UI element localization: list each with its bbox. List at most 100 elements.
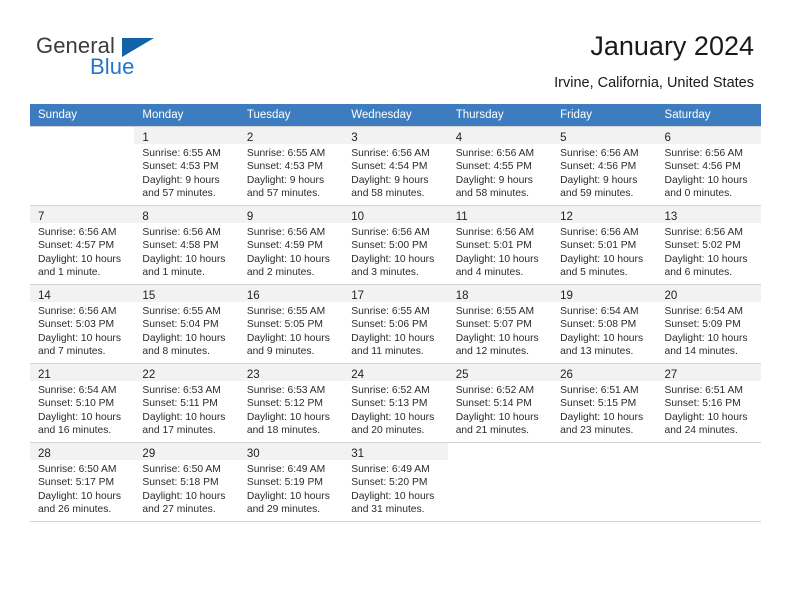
day-info-line: and 3 minutes. xyxy=(351,267,419,279)
day-info-line: and 57 minutes. xyxy=(142,188,216,200)
calendar-day-cell[interactable]: 17 Sunrise: 6:55 AM Sunset: 5:06 PM Dayligh… xyxy=(343,284,448,364)
day-info-line: Sunset: 4:55 PM xyxy=(455,161,532,173)
calendar-empty-cell xyxy=(30,126,135,206)
calendar-day-cell[interactable]: 16 Sunrise: 6:55 AM Sunset: 5:05 PM Dayligh… xyxy=(238,284,344,364)
calendar-day-cell[interactable]: 7 Sunrise: 6:56 AM Sunset: 4:57 PM Daylight… xyxy=(30,205,135,285)
day-info-line: Sunrise: 6:56 AM xyxy=(455,227,535,238)
calendar-day-cell[interactable]: 21 Sunrise: 6:54 AM Sunset: 5:10 PM Dayligh… xyxy=(30,363,135,443)
calendar-day-cell[interactable]: 29 Sunrise: 6:50 AM Sunset: 5:18 PM Dayligh… xyxy=(134,442,239,522)
day-info-line: Daylight: 10 hours xyxy=(142,490,226,502)
day-info-line: Daylight: 10 hours xyxy=(246,253,330,265)
general-blue-logo[interactable]: General Blue xyxy=(36,33,216,81)
day-info-line: and 23 minutes. xyxy=(560,425,634,437)
day-sun-info: Sunrise: 6:56 AM Sunset: 5:02 PM Daylight:… xyxy=(665,226,755,280)
day-sun-info: Sunrise: 6:50 AM Sunset: 5:17 PM Daylight:… xyxy=(38,463,128,517)
calendar-page: General Blue January 2024 Irvine, Califo… xyxy=(0,0,792,612)
calendar-week-row: 21 Sunrise: 6:54 AM Sunset: 5:10 PM Dayligh… xyxy=(30,363,761,443)
day-info-line: Sunset: 5:00 PM xyxy=(351,240,428,252)
day-sun-info: Sunrise: 6:52 AM Sunset: 5:14 PM Daylight:… xyxy=(456,384,546,438)
day-number: 6 xyxy=(664,132,671,144)
calendar-day-cell[interactable]: 2 Sunrise: 6:55 AM Sunset: 4:53 PM Daylight… xyxy=(238,126,344,206)
day-info-line: Sunrise: 6:51 AM xyxy=(664,385,743,396)
day-sun-info: Sunrise: 6:56 AM Sunset: 4:56 PM Daylight:… xyxy=(560,147,650,201)
day-info-line: Daylight: 10 hours xyxy=(664,411,748,423)
calendar-day-cell[interactable]: 30 Sunrise: 6:49 AM Sunset: 5:19 PM Dayligh… xyxy=(238,442,344,522)
calendar-day-cell[interactable]: 12 Sunrise: 6:56 AM Sunset: 5:01 PM Dayligh… xyxy=(552,205,657,285)
day-info-line: Daylight: 10 hours xyxy=(351,411,435,423)
day-info-line: and 16 minutes. xyxy=(38,425,112,437)
day-cell-content: 20 Sunrise: 6:54 AM Sunset: 5:09 PM Dayligh… xyxy=(656,285,761,359)
day-info-line: Daylight: 10 hours xyxy=(142,332,226,344)
calendar-day-cell[interactable]: 6 Sunrise: 6:56 AM Sunset: 4:56 PM Daylight… xyxy=(656,126,761,206)
calendar-day-cell[interactable]: 10 Sunrise: 6:56 AM Sunset: 5:00 PM Dayligh… xyxy=(343,205,448,285)
day-info-line: Daylight: 9 hours xyxy=(455,174,533,186)
calendar-day-cell[interactable]: 31 Sunrise: 6:49 AM Sunset: 5:20 PM Dayligh… xyxy=(343,442,448,522)
day-cell-content: 4 Sunrise: 6:56 AM Sunset: 4:55 PM Daylight… xyxy=(447,127,553,201)
day-number xyxy=(38,131,128,145)
day-number: 25 xyxy=(455,369,469,381)
calendar-day-cell[interactable]: 11 Sunrise: 6:56 AM Sunset: 5:01 PM Dayligh… xyxy=(447,205,553,285)
day-info-line: Sunrise: 6:56 AM xyxy=(455,148,535,159)
day-info-line: Sunset: 4:56 PM xyxy=(560,161,637,173)
day-sun-info: Sunrise: 6:56 AM Sunset: 5:01 PM Daylight:… xyxy=(560,226,650,280)
day-info-line: Sunrise: 6:49 AM xyxy=(351,464,430,475)
day-info-line: and 29 minutes. xyxy=(246,504,321,516)
calendar-day-cell[interactable]: 4 Sunrise: 6:56 AM Sunset: 4:55 PM Daylight… xyxy=(447,126,553,206)
day-info-line: Sunrise: 6:51 AM xyxy=(560,385,639,396)
day-cell-content: 31 Sunrise: 6:49 AM Sunset: 5:20 PM Dayligh… xyxy=(343,443,448,517)
day-cell-content: 11 Sunrise: 6:56 AM Sunset: 5:01 PM Dayligh… xyxy=(447,206,553,280)
calendar-day-cell[interactable]: 8 Sunrise: 6:56 AM Sunset: 4:58 PM Daylight… xyxy=(134,205,239,285)
calendar-day-cell[interactable]: 28 Sunrise: 6:50 AM Sunset: 5:17 PM Dayligh… xyxy=(30,442,135,522)
day-info-line: Daylight: 10 hours xyxy=(142,253,226,265)
day-info-line: Sunrise: 6:53 AM xyxy=(246,385,326,396)
day-info-line: Sunrise: 6:55 AM xyxy=(246,148,326,159)
day-number: 20 xyxy=(664,290,678,302)
day-sun-info: Sunrise: 6:49 AM Sunset: 5:20 PM Daylight:… xyxy=(351,463,441,517)
calendar-day-cell[interactable]: 19 Sunrise: 6:54 AM Sunset: 5:08 PM Dayligh… xyxy=(552,284,657,364)
calendar-day-cell[interactable]: 23 Sunrise: 6:53 AM Sunset: 5:12 PM Dayligh… xyxy=(238,363,344,443)
day-sun-info: Sunrise: 6:51 AM Sunset: 5:16 PM Daylight:… xyxy=(665,384,755,438)
day-number: 10 xyxy=(351,211,365,223)
day-info-line: Sunrise: 6:56 AM xyxy=(38,306,117,317)
calendar-day-cell[interactable]: 18 Sunrise: 6:55 AM Sunset: 5:07 PM Dayligh… xyxy=(447,284,553,364)
day-sun-info: Sunrise: 6:56 AM Sunset: 5:00 PM Daylight:… xyxy=(351,226,441,280)
calendar-day-cell[interactable]: 24 Sunrise: 6:52 AM Sunset: 5:13 PM Dayligh… xyxy=(343,363,448,443)
calendar-day-cell[interactable]: 27 Sunrise: 6:51 AM Sunset: 5:16 PM Dayligh… xyxy=(656,363,761,443)
day-info-line: Daylight: 9 hours xyxy=(246,174,325,186)
day-cell-content: 27 Sunrise: 6:51 AM Sunset: 5:16 PM Dayligh… xyxy=(656,364,761,438)
calendar-day-cell[interactable]: 5 Sunrise: 6:56 AM Sunset: 4:56 PM Daylight… xyxy=(552,126,657,206)
calendar-day-cell[interactable]: 14 Sunrise: 6:56 AM Sunset: 5:03 PM Dayligh… xyxy=(30,284,135,364)
calendar-week-row: 7 Sunrise: 6:56 AM Sunset: 4:57 PM Daylight… xyxy=(30,205,761,285)
day-sun-info: Sunrise: 6:55 AM Sunset: 4:53 PM Daylight:… xyxy=(247,147,337,201)
day-info-line: and 24 minutes. xyxy=(664,425,738,437)
calendar-day-cell[interactable]: 25 Sunrise: 6:52 AM Sunset: 5:14 PM Dayligh… xyxy=(447,363,553,443)
calendar-day-cell[interactable]: 3 Sunrise: 6:56 AM Sunset: 4:54 PM Daylight… xyxy=(343,126,448,206)
day-info-line: Daylight: 10 hours xyxy=(351,332,435,344)
calendar-day-cell[interactable]: 15 Sunrise: 6:55 AM Sunset: 5:04 PM Dayligh… xyxy=(134,284,239,364)
day-cell-content xyxy=(30,127,135,201)
day-sun-info: Sunrise: 6:50 AM Sunset: 5:18 PM Daylight:… xyxy=(142,463,232,517)
day-info-line: Sunrise: 6:56 AM xyxy=(664,148,743,159)
calendar-day-cell[interactable]: 1 Sunrise: 6:55 AM Sunset: 4:53 PM Daylight… xyxy=(134,126,239,206)
day-info-line: Sunset: 5:10 PM xyxy=(38,398,115,410)
calendar-day-cell[interactable]: 22 Sunrise: 6:53 AM Sunset: 5:11 PM Dayligh… xyxy=(134,363,239,443)
calendar-day-cell[interactable]: 13 Sunrise: 6:56 AM Sunset: 5:02 PM Dayligh… xyxy=(656,205,761,285)
day-info-line: and 12 minutes. xyxy=(455,346,529,358)
day-info-line: Sunrise: 6:55 AM xyxy=(142,306,221,317)
calendar-day-cell[interactable]: 9 Sunrise: 6:56 AM Sunset: 4:59 PM Daylight… xyxy=(238,205,344,285)
day-cell-content: 26 Sunrise: 6:51 AM Sunset: 5:15 PM Dayligh… xyxy=(552,364,657,438)
day-cell-content: 6 Sunrise: 6:56 AM Sunset: 4:56 PM Daylight… xyxy=(656,127,761,201)
day-info-line: Sunset: 5:01 PM xyxy=(560,240,637,252)
day-info-line: Daylight: 10 hours xyxy=(664,174,748,186)
day-info-line: Sunset: 4:56 PM xyxy=(664,161,741,173)
day-info-line: and 21 minutes. xyxy=(455,425,529,437)
day-cell-content: 10 Sunrise: 6:56 AM Sunset: 5:00 PM Dayligh… xyxy=(343,206,448,280)
weekday-header-tuesday: Tuesday xyxy=(238,104,344,127)
day-info-line: Sunset: 5:15 PM xyxy=(560,398,637,410)
calendar-day-cell[interactable]: 20 Sunrise: 6:54 AM Sunset: 5:09 PM Dayligh… xyxy=(656,284,761,364)
day-info-line: Sunset: 4:59 PM xyxy=(246,240,323,252)
day-cell-content: 2 Sunrise: 6:55 AM Sunset: 4:53 PM Daylight… xyxy=(238,127,344,201)
calendar-day-cell[interactable]: 26 Sunrise: 6:51 AM Sunset: 5:15 PM Dayligh… xyxy=(552,363,657,443)
day-info-line: Sunset: 4:53 PM xyxy=(246,161,323,173)
day-info-line: and 58 minutes. xyxy=(351,188,425,200)
